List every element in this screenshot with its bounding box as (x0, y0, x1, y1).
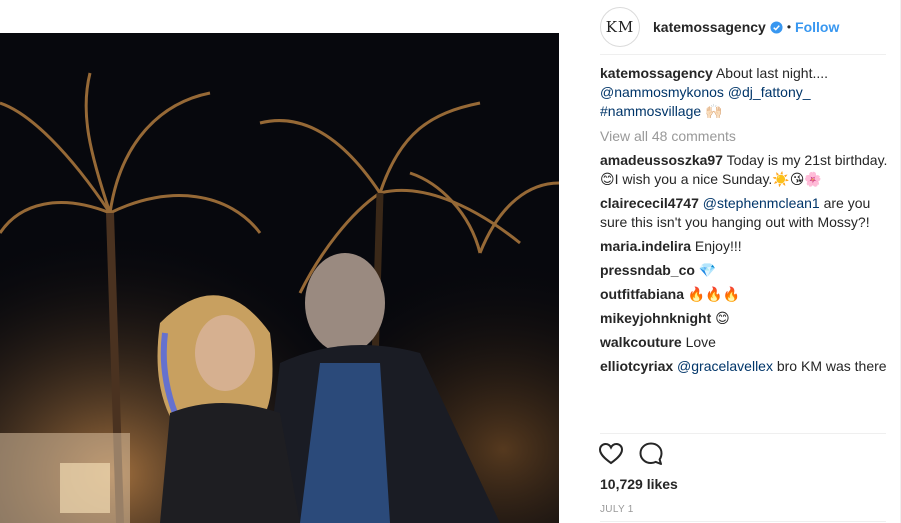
post-header: KM katemossagency • Follow (600, 0, 886, 55)
caption: katemossagency About last night.... @nam… (600, 64, 892, 121)
caption-hashtag[interactable]: #nammosvillage (600, 103, 701, 119)
action-bar (598, 441, 664, 467)
verified-badge-icon (770, 20, 783, 34)
post-sidebar: KM katemossagency • Follow katemossagenc… (585, 0, 901, 523)
bottom-divider (600, 521, 886, 522)
post-date[interactable]: JULY 1 (600, 504, 634, 515)
comment: mikeyjohnknight 😊 (600, 309, 892, 328)
view-all-comments-link[interactable]: View all 48 comments (600, 127, 892, 146)
comment: walkcouture Love (600, 333, 892, 352)
avatar[interactable]: KM (600, 7, 640, 47)
caption-username[interactable]: katemossagency (600, 65, 713, 81)
comment-username[interactable]: amadeussoszka97 (600, 152, 723, 168)
comment-mention[interactable]: @stephenmclean1 (703, 195, 820, 211)
comment-text: 💎 (694, 262, 717, 278)
comment: pressndab_co 💎 (600, 261, 892, 280)
caption-mention[interactable]: @dj_fattony_ (728, 84, 811, 100)
comment-username[interactable]: maria.indelira (600, 238, 691, 254)
comment-text: Love (681, 334, 716, 350)
comment-username[interactable]: pressndab_co (600, 262, 695, 278)
comment-text: 😊 (711, 310, 730, 326)
post-photo-graphic (0, 33, 559, 523)
header-username[interactable]: katemossagency (653, 19, 766, 35)
post-photo[interactable] (0, 33, 559, 523)
actions-divider (600, 433, 886, 434)
comment-mention[interactable]: @gracelavellex (677, 358, 773, 374)
comment-icon[interactable] (638, 441, 664, 467)
comment-text: 🔥🔥🔥 (684, 286, 741, 302)
comments-list: katemossagency About last night.... @nam… (600, 64, 892, 432)
separator-dot: • (786, 20, 792, 34)
comment-text: bro KM was there (772, 358, 887, 374)
caption-emoji: 🙌🏻 (701, 103, 723, 119)
comment: maria.indelira Enjoy!!! (600, 237, 892, 256)
comment: amadeussoszka97 Today is my 21st birthda… (600, 151, 892, 189)
comment-text: Enjoy!!! (691, 238, 742, 254)
likes-count[interactable]: 10,729 likes (600, 476, 678, 492)
comment: elliotcyriax @gracelavellex bro KM was t… (600, 357, 892, 376)
comment: outfitfabiana 🔥🔥🔥 (600, 285, 892, 304)
avatar-logo-text: KM (605, 18, 635, 36)
comment-username[interactable]: outfitfabiana (600, 286, 684, 302)
comment-username[interactable]: walkcouture (600, 334, 682, 350)
heart-icon[interactable] (598, 441, 624, 467)
comment-username[interactable]: mikeyjohnknight (600, 310, 711, 326)
follow-button[interactable]: Follow (795, 19, 839, 35)
comment-username[interactable]: clairececil4747 (600, 195, 699, 211)
comment: clairececil4747 @stephenmclean1 are you … (600, 194, 892, 232)
caption-text: About last night.... (712, 65, 829, 81)
comment-username[interactable]: elliotcyriax (600, 358, 673, 374)
caption-mention[interactable]: @nammosmykonos (600, 84, 724, 100)
